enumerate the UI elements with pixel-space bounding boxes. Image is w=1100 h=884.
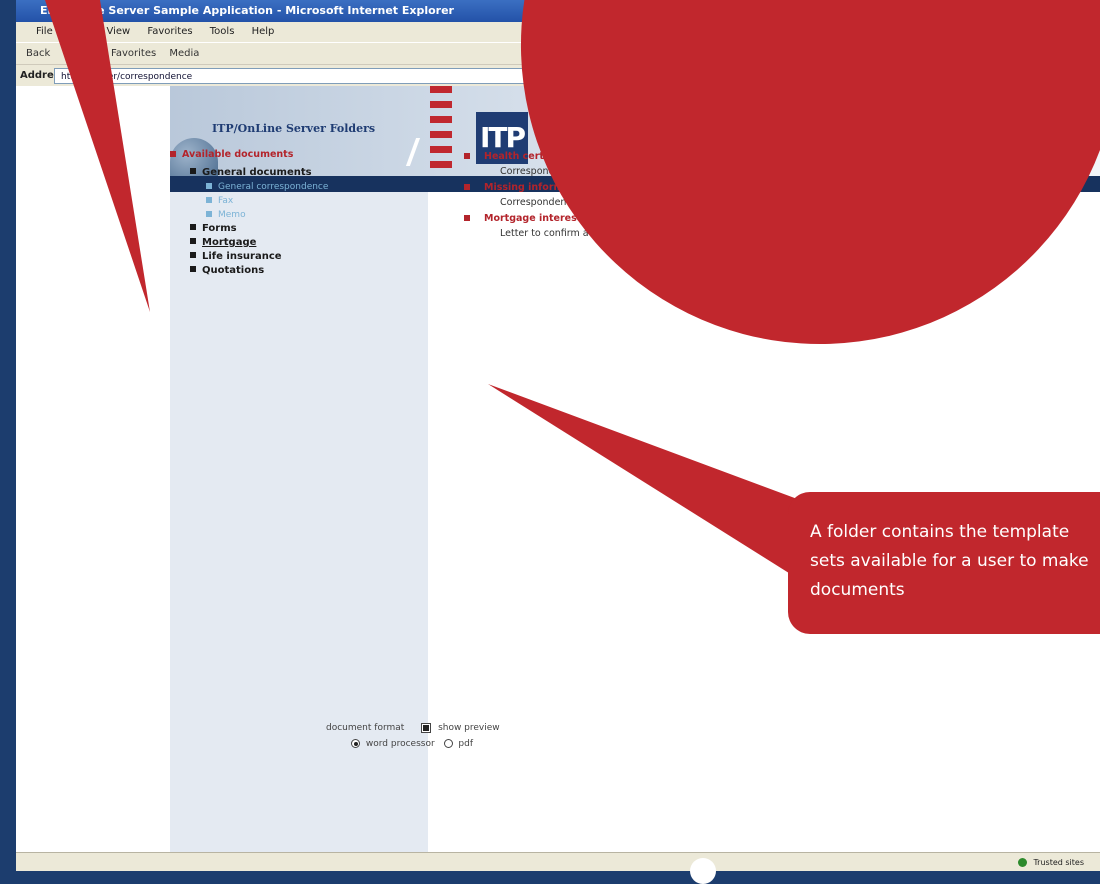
bullet-icon — [206, 196, 212, 203]
menu-edit[interactable]: Edit — [70, 26, 89, 37]
bullet-icon — [190, 168, 196, 174]
word-processor-radio[interactable] — [351, 739, 360, 748]
pdf-radio[interactable] — [443, 739, 453, 748]
tree-item-memo[interactable]: Memo — [170, 208, 328, 222]
bullet-icon — [464, 214, 470, 221]
menu-file[interactable]: File — [36, 26, 53, 37]
document-link-missing-information[interactable]: Missing information — [464, 181, 890, 195]
browser-toolbar: Back Search Favorites Media — [16, 42, 1100, 64]
screen-frame: Enterprise Server Sample Application - M… — [0, 0, 1100, 871]
bullet-icon — [190, 224, 196, 230]
tree-item-quotations[interactable]: Quotations — [170, 264, 328, 278]
format-label: document format — [326, 723, 405, 733]
word-processor-label: word processor — [365, 739, 435, 749]
document-description: Correspondence with additional questions… — [500, 197, 875, 208]
media-button[interactable]: Media — [169, 48, 199, 59]
menu-tools[interactable]: Tools — [210, 26, 235, 37]
bullet-icon — [170, 150, 176, 157]
trusted-zone-icon — [1017, 858, 1027, 867]
bullet-icon — [206, 210, 212, 217]
bullet-icon — [464, 183, 470, 190]
back-button[interactable]: Back — [26, 48, 50, 59]
tree-item-life-insurance[interactable]: Life insurance — [170, 250, 328, 264]
window-title: Enterprise Server Sample Application - M… — [16, 0, 1100, 22]
bullet-icon — [464, 152, 470, 159]
tree-item-fax[interactable]: Fax — [170, 194, 328, 208]
tree-item-general-documents[interactable]: General documents — [170, 166, 328, 180]
document-title: Health certificate — [484, 151, 578, 162]
tree-item-label: General correspondence — [218, 182, 329, 192]
tree-item-label: General documents — [202, 167, 312, 178]
document-list: Health certificate Correspondence with a… — [464, 150, 890, 243]
tree-item-mortgage[interactable]: Mortgage — [170, 236, 328, 250]
status-bar: Trusted sites — [16, 852, 1100, 871]
bullet-icon — [190, 252, 196, 258]
bullet-icon — [190, 238, 196, 244]
tree-item-label: Fax — [218, 196, 234, 206]
show-preview-checkbox[interactable] — [421, 722, 432, 733]
menu-help[interactable]: Help — [252, 26, 275, 37]
menu-favorites[interactable]: Favorites — [147, 26, 192, 37]
tree-item-available-documents[interactable]: Available documents — [170, 148, 328, 162]
bullet-icon — [190, 266, 196, 272]
document-title: Mortgage interest — [484, 213, 582, 224]
tree-item-forms[interactable]: Forms — [170, 222, 328, 236]
bullet-icon — [206, 182, 212, 189]
document-description: Letter to confirm a changed interest per… — [500, 228, 733, 239]
decorative-dot — [690, 858, 716, 884]
search-button[interactable]: Search — [63, 48, 97, 59]
address-bar: Address http://server/correspondence — [16, 64, 1100, 86]
folder-tree: Available documents General documents Ge… — [170, 148, 328, 278]
page-title: ITP/OnLine Server Folders — [212, 122, 376, 135]
document-link-mortgage-interest[interactable]: Mortgage interest — [464, 212, 890, 226]
callout-box: A folder contains the template sets avai… — [788, 492, 1100, 634]
show-preview-label: show preview — [438, 723, 500, 733]
status-zone-label: Trusted sites — [1033, 858, 1084, 867]
document-format-options: document format show preview word proces… — [300, 720, 500, 752]
menu-bar: File Edit View Favorites Tools Help — [16, 22, 1100, 42]
tree-item-label: Quotations — [202, 265, 265, 276]
browser-window: Enterprise Server Sample Application - M… — [16, 0, 1100, 871]
document-description: Correspondence with additional questions… — [500, 166, 857, 177]
sidebar — [170, 192, 428, 852]
tree-item-label: Mortgage — [202, 237, 257, 248]
address-input[interactable]: http://server/correspondence — [54, 68, 954, 84]
tree-item-label: Forms — [202, 223, 237, 234]
tree-item-general-correspondence[interactable]: General correspondence — [170, 180, 328, 194]
tree-root-label: Available documents — [182, 149, 294, 160]
header-stripes-graphic — [430, 86, 452, 176]
security-zone: Trusted sites — [1017, 853, 1084, 871]
tree-item-label: Memo — [218, 210, 246, 220]
document-title: Missing information — [484, 182, 591, 193]
menu-view[interactable]: View — [106, 26, 130, 37]
tree-item-label: Life insurance — [202, 251, 282, 262]
favorites-button[interactable]: Favorites — [111, 48, 156, 59]
document-link-health-certificate[interactable]: Health certificate — [464, 150, 890, 164]
pdf-label: pdf — [458, 739, 474, 749]
